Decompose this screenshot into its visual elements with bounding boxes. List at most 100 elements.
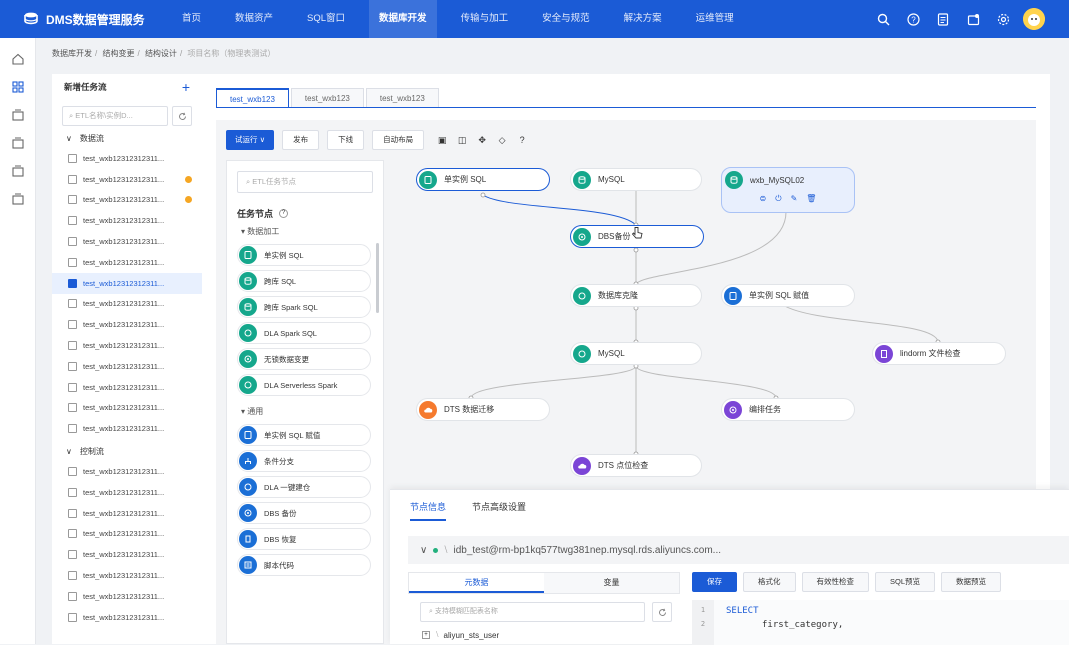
breadcrumb-item[interactable]: 结构设计 xyxy=(145,49,177,58)
flow-node-card-wxb-mysql02[interactable]: wxb_MySQL02 ⊜ ⏻ ✎ 🗑 xyxy=(721,167,855,213)
cloud-icon xyxy=(419,400,437,419)
nav-database-dev[interactable]: 数据库开发 xyxy=(369,0,437,38)
tree-item-label: test_wxb12312312311... xyxy=(83,195,165,205)
delete-icon[interactable]: 🗑 xyxy=(806,194,816,204)
flow-node-label: 编排任务 xyxy=(749,405,781,414)
tree-item-label: test_wxb12312312311... xyxy=(83,153,165,163)
tree-item[interactable]: test_wxb12312312311... xyxy=(52,335,202,356)
main-nav: 首页 数据资产 SQL窗口 数据库开发 传输与加工 安全与规范 解决方案 运维管… xyxy=(182,0,768,38)
layers-icon-4[interactable] xyxy=(11,192,25,206)
nav-transfer[interactable]: 传输与加工 xyxy=(461,0,509,38)
flow-node-dts-migrate[interactable]: DTS 数据迁移 xyxy=(416,398,550,421)
line-number: 1 xyxy=(700,606,706,614)
tree-item[interactable]: test_wxb12312312311... xyxy=(52,565,202,586)
power-icon[interactable]: ⏻ xyxy=(775,194,781,204)
refresh-button[interactable] xyxy=(652,602,672,622)
sql-preview-button[interactable]: SQL预览 xyxy=(875,572,936,592)
tree-item-label: test_wxb12312312311... xyxy=(83,508,165,518)
expand-icon[interactable]: + xyxy=(422,631,430,639)
tree-item[interactable]: test_wxb12312312311... xyxy=(52,294,202,315)
flow-node-label: MySQL xyxy=(598,349,625,358)
notification-icon[interactable] xyxy=(965,11,981,27)
nav-ops[interactable]: 运维管理 xyxy=(696,0,734,38)
tab-variables[interactable]: 变量 xyxy=(544,573,679,593)
document-icon[interactable] xyxy=(935,11,951,27)
settings-icon[interactable] xyxy=(995,11,1011,27)
validate-button[interactable]: 有效性检查 xyxy=(801,572,869,592)
file-icon xyxy=(68,487,77,497)
flow-node-dts-checkpoint[interactable]: DTS 点位检查 xyxy=(570,454,702,477)
tree-item[interactable]: test_wxb12312312311... xyxy=(52,377,202,398)
tree-search-input[interactable]: ⌕ ETL名称\实例D... xyxy=(62,106,168,126)
layers-icon-2[interactable] xyxy=(11,136,25,150)
file-icon xyxy=(68,153,77,163)
tree-item-selected[interactable]: test_wxb12312312311... xyxy=(52,272,202,294)
tab-metadata[interactable]: 元数据 xyxy=(409,573,544,593)
tab-node-advanced[interactable]: 节点高级设置 xyxy=(472,500,526,521)
nav-sql-window[interactable]: SQL窗口 xyxy=(307,0,345,38)
tree-search-row: ⌕ ETL名称\实例D... xyxy=(62,106,192,126)
add-task-flow-button[interactable]: + xyxy=(182,79,190,95)
connection-string: idb_test@rm-bp1kq577twg381nep.mysql.rds.… xyxy=(453,544,722,556)
help-icon[interactable]: ? xyxy=(905,11,921,27)
flow-node-single-sql[interactable]: 单实例 SQL xyxy=(416,168,550,191)
search-icon[interactable] xyxy=(875,11,891,27)
tree-item[interactable]: test_wxb12312312311... xyxy=(52,252,202,273)
data-preview-button[interactable]: 数据预览 xyxy=(941,572,1002,592)
nav-data-assets[interactable]: 数据资产 xyxy=(235,0,273,38)
tab-test-wxb123[interactable]: test_wxb123 xyxy=(290,88,364,108)
nav-home[interactable]: 首页 xyxy=(182,0,201,38)
flow-node-mysql-2[interactable]: MySQL xyxy=(570,342,702,365)
file-icon xyxy=(68,320,77,330)
tree-item[interactable]: test_wxb12312312311... xyxy=(52,356,202,377)
tree-item[interactable]: test_wxb12312312311... xyxy=(52,503,202,524)
tree-item[interactable]: test_wxb12312312311... xyxy=(52,210,202,231)
connection-selector[interactable]: ∨ ⧵ idb_test@rm-bp1kq577twg381nep.mysql.… xyxy=(408,536,1069,564)
tree-item[interactable]: test_wxb12312312311... xyxy=(52,482,202,503)
save-button[interactable]: 保存 xyxy=(692,572,737,592)
flow-node-lindorm-check[interactable]: lindorm 文件检查 xyxy=(872,342,1006,365)
table-search-input[interactable]: ⌕ 支持模糊匹配表名称 xyxy=(420,602,645,622)
tab-test-wxb123-active[interactable]: test_wxb123 xyxy=(216,88,289,108)
tree-item[interactable]: test_wxb12312312311... xyxy=(52,231,202,252)
nav-solutions[interactable]: 解决方案 xyxy=(624,0,662,38)
flow-node-sql-assign[interactable]: 单实例 SQL 赋值 xyxy=(721,284,855,307)
database-tree-item[interactable]: + ⧵ aliyun_sts_user xyxy=(422,630,499,640)
tree-item[interactable]: test_wxb12312312311... xyxy=(52,148,202,169)
nav-security[interactable]: 安全与规范 xyxy=(542,0,590,38)
tree-group-control[interactable]: ∨ 控制流 xyxy=(52,441,202,461)
refresh-button[interactable] xyxy=(172,106,192,126)
flow-node-orchestration[interactable]: 编排任务 xyxy=(721,398,855,421)
sql-editor[interactable]: 12 SELECT first_category, xyxy=(692,600,1069,645)
flow-node-mysql[interactable]: MySQL xyxy=(570,168,702,191)
editor-toolbar: 保存 格式化 有效性检查 SQL预览 数据预览 xyxy=(692,572,1007,592)
view-icon[interactable]: ⊜ xyxy=(760,194,767,204)
tree-item[interactable]: test_wxb12312312311... xyxy=(52,524,202,545)
layers-icon-3[interactable] xyxy=(11,164,25,178)
tree-item[interactable]: test_wxb12312312311... xyxy=(52,586,202,607)
flow-node-db-clone[interactable]: 数据库克隆 xyxy=(570,284,702,307)
avatar[interactable] xyxy=(1023,8,1045,30)
brand[interactable]: DMS数据管理服务 xyxy=(22,10,182,28)
breadcrumb-item[interactable]: 数据库开发 xyxy=(52,49,92,58)
format-button[interactable]: 格式化 xyxy=(743,572,796,592)
flow-node-label: MySQL xyxy=(598,175,625,184)
tree-item[interactable]: test_wxb12312312311... xyxy=(52,461,202,482)
tree-item[interactable]: test_wxb12312312311... xyxy=(52,418,202,439)
grid-icon[interactable] xyxy=(11,80,25,94)
breadcrumb-item[interactable]: 结构变更 xyxy=(102,49,134,58)
tab-test-wxb123[interactable]: test_wxb123 xyxy=(365,88,439,108)
tab-node-info[interactable]: 节点信息 xyxy=(410,500,447,521)
sql-icon xyxy=(419,170,437,189)
home-icon[interactable] xyxy=(11,52,25,66)
layers-icon[interactable] xyxy=(11,108,25,122)
tree-item[interactable]: test_wxb12312312311... xyxy=(52,190,202,211)
tree-item[interactable]: test_wxb12312312311... xyxy=(52,607,202,628)
edit-icon[interactable]: ✎ xyxy=(791,194,798,204)
tree-item[interactable]: test_wxb12312312311... xyxy=(52,544,202,565)
line-number: 2 xyxy=(700,620,706,628)
tree-item[interactable]: test_wxb12312312311... xyxy=(52,169,202,190)
tree-item[interactable]: test_wxb12312312311... xyxy=(52,398,202,419)
tree-group-data[interactable]: ∨ 数据流 xyxy=(52,128,202,148)
tree-item[interactable]: test_wxb12312312311... xyxy=(52,314,202,335)
